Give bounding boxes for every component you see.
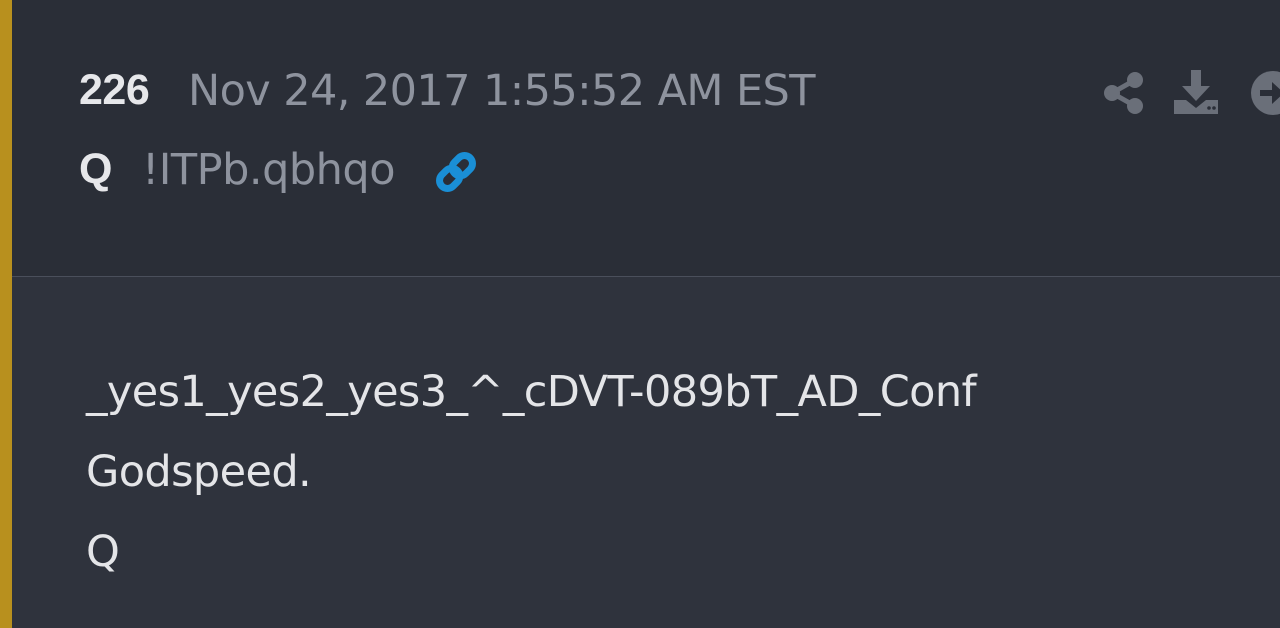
share-icon[interactable]: [1102, 70, 1146, 116]
download-icon[interactable]: [1172, 68, 1220, 116]
forward-icon[interactable]: [1250, 70, 1280, 116]
post-body-line: Godspeed.: [86, 447, 312, 497]
post-timestamp: Nov 24, 2017 1:55:52 AM EST: [188, 66, 815, 116]
post-body: _yes1_yes2_yes3_^_cDVT-089bT_AD_Conf God…: [12, 277, 1280, 628]
post-header: 226 Nov 24, 2017 1:55:52 AM EST Q !ITPb.…: [12, 0, 1280, 277]
author-tripcode: !ITPb.qbhqo: [142, 145, 396, 195]
link-icon[interactable]: [430, 146, 482, 198]
post-body-line: _yes1_yes2_yes3_^_cDVT-089bT_AD_Conf: [86, 367, 977, 417]
accent-bar: [0, 0, 12, 628]
author-name: Q: [79, 145, 113, 193]
post-card: 226 Nov 24, 2017 1:55:52 AM EST Q !ITPb.…: [0, 0, 1280, 628]
post-body-line: Q: [86, 527, 120, 577]
post-number: 226: [79, 66, 150, 114]
